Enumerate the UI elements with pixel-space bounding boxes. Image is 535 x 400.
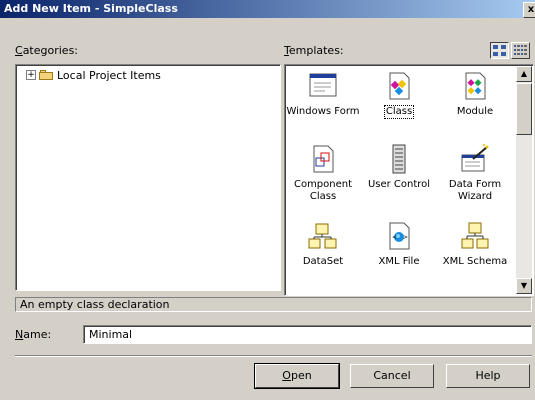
template-xml-schema[interactable]: XML Schema (437, 220, 513, 268)
template-component-class[interactable]: Component Class (285, 143, 361, 203)
folder-icon (39, 70, 53, 80)
cancel-button[interactable]: Cancel (350, 364, 434, 388)
data-form-wizard-icon (461, 144, 489, 172)
window-title: Add New Item - SimpleClass (4, 2, 178, 15)
help-button[interactable]: Help (446, 364, 530, 388)
scroll-thumb[interactable] (516, 83, 532, 135)
template-label: Module (456, 106, 494, 117)
template-xml-file[interactable]: < > XML File (361, 220, 437, 268)
templates-list[interactable]: Windows Form Class Module Component Clas… (284, 64, 534, 296)
template-class[interactable]: Class (361, 70, 437, 119)
template-label: XML Schema (442, 256, 508, 267)
tree-item-local-project-items[interactable]: + Local Project Items (26, 68, 161, 82)
template-label: Class (383, 105, 415, 119)
template-label: XML File (378, 256, 420, 267)
large-icons-icon (493, 45, 506, 56)
template-label: DataSet (302, 256, 344, 267)
template-label: Windows Form (286, 106, 360, 117)
name-label: Name: (15, 328, 52, 341)
large-icons-view-button[interactable] (490, 42, 509, 59)
separator (15, 355, 532, 357)
small-icons-view-button[interactable] (511, 42, 530, 59)
name-input[interactable] (83, 325, 532, 344)
categories-label: Categories: (15, 44, 79, 57)
categories-tree[interactable]: + Local Project Items (15, 64, 281, 291)
template-label: Data Form Wizard (448, 179, 502, 202)
svg-text:>: > (403, 234, 408, 241)
template-label: User Control (367, 179, 431, 190)
templates-scrollbar[interactable]: ▲ ▼ (516, 66, 532, 294)
xml-file-icon: < > (389, 222, 410, 250)
template-description: An empty class declaration (15, 297, 532, 312)
list-view-icon (514, 45, 527, 55)
module-icon (465, 72, 486, 100)
svg-text:<: < (392, 234, 397, 241)
template-label: Component Class (293, 179, 353, 202)
template-module[interactable]: Module (437, 70, 513, 118)
scroll-down-icon[interactable]: ▼ (516, 278, 532, 294)
windows-form-icon (309, 73, 337, 97)
component-class-icon (313, 145, 334, 173)
templates-label: Templates: (284, 44, 344, 57)
open-button[interactable]: Open (254, 363, 340, 389)
xml-schema-icon (461, 222, 489, 249)
add-new-item-dialog: Add New Item - SimpleClass x Categories:… (0, 0, 535, 400)
close-icon[interactable]: x (523, 2, 535, 18)
template-user-control[interactable]: User Control (361, 143, 437, 191)
template-windows-form[interactable]: Windows Form (285, 70, 361, 118)
dataset-icon (308, 223, 337, 249)
tree-item-label: Local Project Items (57, 68, 161, 82)
title-bar: Add New Item - SimpleClass x (0, 0, 535, 18)
class-icon (389, 72, 410, 100)
scroll-up-icon[interactable]: ▲ (516, 66, 532, 82)
template-data-form-wizard[interactable]: Data Form Wizard (437, 143, 513, 203)
expand-icon[interactable]: + (26, 70, 36, 80)
template-dataset[interactable]: DataSet (285, 220, 361, 268)
user-control-icon (392, 144, 406, 174)
